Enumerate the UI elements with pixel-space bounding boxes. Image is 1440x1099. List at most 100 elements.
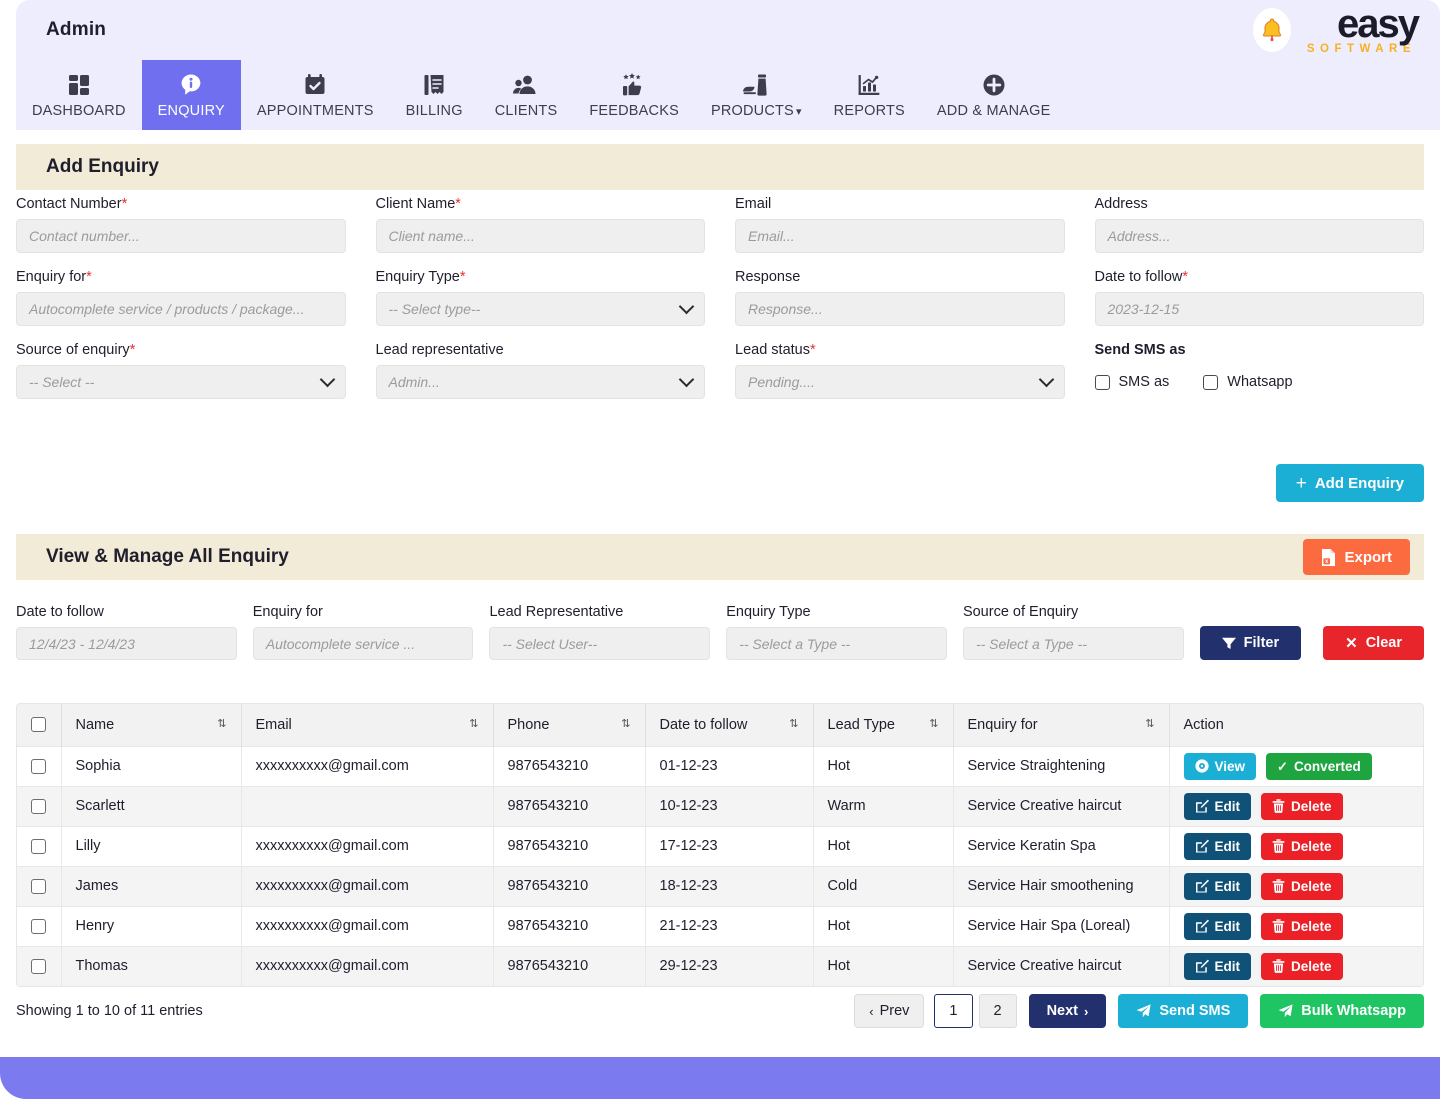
nav-item-appointments[interactable]: APPOINTMENTS — [241, 60, 390, 130]
column-header-name[interactable]: Name⇅ — [61, 704, 241, 746]
select-all-header[interactable] — [17, 704, 61, 746]
row-checkbox[interactable] — [31, 959, 46, 974]
row-checkbox[interactable] — [31, 879, 46, 894]
dashboard-grid-icon — [67, 72, 91, 98]
response-input[interactable]: Response... — [735, 292, 1065, 326]
filter-enquiry-for-input[interactable]: Autocomplete service ... — [253, 627, 474, 660]
delete-button[interactable]: Delete — [1261, 873, 1343, 900]
table-row[interactable]: Scarlett 9876543210 10-12-23 Warm Servic… — [17, 786, 1423, 826]
contact-number-input[interactable]: Contact number... — [16, 219, 346, 253]
nav-item-dashboard[interactable]: DASHBOARD — [16, 60, 142, 130]
nav-item-clients[interactable]: CLIENTS — [479, 60, 574, 130]
lead-status-select[interactable]: Pending.... — [735, 365, 1065, 399]
pencil-square-icon — [1195, 879, 1209, 893]
row-select-cell[interactable] — [17, 826, 61, 866]
column-header-email[interactable]: Email⇅ — [241, 704, 493, 746]
view-manage-title: View & Manage All Enquiry — [46, 546, 289, 568]
row-select-cell[interactable] — [17, 906, 61, 946]
export-button[interactable]: x Export — [1303, 539, 1410, 575]
table-row[interactable]: Thomas xxxxxxxxxx@gmail.com 9876543210 2… — [17, 946, 1423, 986]
select-all-checkbox[interactable] — [31, 717, 46, 732]
delete-button[interactable]: Delete — [1261, 913, 1343, 940]
table-row[interactable]: Henry xxxxxxxxxx@gmail.com 9876543210 21… — [17, 906, 1423, 946]
filter-enquiry-type-select[interactable]: -- Select a Type -- — [726, 627, 947, 660]
pagination-page-1[interactable]: 1 — [934, 994, 972, 1028]
nav-item-products[interactable]: PRODUCTS▾ — [695, 60, 818, 130]
view-button[interactable]: View — [1184, 753, 1257, 780]
column-header-lead-type[interactable]: Lead Type⇅ — [813, 704, 953, 746]
date-to-follow-input[interactable]: 2023-12-15 — [1095, 292, 1425, 326]
trash-icon — [1272, 799, 1285, 813]
delete-button[interactable]: Delete — [1261, 953, 1343, 980]
export-button-label: Export — [1344, 549, 1392, 566]
nav-item-feedbacks[interactable]: FEEDBACKS — [573, 60, 695, 130]
row-checkbox[interactable] — [31, 799, 46, 814]
cell-lead-type: Cold — [813, 866, 953, 906]
row-select-cell[interactable] — [17, 866, 61, 906]
pagination-page-2[interactable]: 2 — [979, 994, 1017, 1028]
row-select-cell[interactable] — [17, 946, 61, 986]
table-row[interactable]: Sophia xxxxxxxxxx@gmail.com 9876543210 0… — [17, 746, 1423, 786]
bulk-whatsapp-button[interactable]: Bulk Whatsapp — [1260, 994, 1424, 1028]
filter-label: Enquiry Type — [726, 604, 947, 620]
checkbox-whatsapp[interactable]: Whatsapp — [1203, 374, 1292, 390]
address-input[interactable]: Address... — [1095, 219, 1425, 253]
nav-item-reports[interactable]: REPORTS — [818, 60, 921, 130]
lead-representative-select[interactable]: Admin... — [376, 365, 706, 399]
add-enquiry-button[interactable]: + Add Enquiry — [1276, 464, 1424, 502]
nav-label: FEEDBACKS — [589, 103, 679, 119]
delete-button[interactable]: Delete — [1261, 833, 1343, 860]
edit-button[interactable]: Edit — [1184, 953, 1252, 980]
filter-date-range-input[interactable]: 12/4/23 - 12/4/23 — [16, 627, 237, 660]
edit-button[interactable]: Edit — [1184, 913, 1252, 940]
enquiry-type-select[interactable]: -- Select type-- — [376, 292, 706, 326]
brand-logo: easy SOFTWARE — [1307, 6, 1418, 55]
checkbox-sms-as[interactable]: SMS as — [1095, 374, 1170, 390]
edit-button-label: Edit — [1215, 879, 1241, 894]
row-checkbox[interactable] — [31, 759, 46, 774]
pagination-next-button[interactable]: Next › — [1029, 994, 1107, 1028]
converted-button[interactable]: ✓ Converted — [1266, 753, 1372, 780]
edit-button[interactable]: Edit — [1184, 793, 1252, 820]
column-header-date-to-follow[interactable]: Date to follow⇅ — [645, 704, 813, 746]
client-name-input[interactable]: Client name... — [376, 219, 706, 253]
edit-button[interactable]: Edit — [1184, 833, 1252, 860]
form-row-1: Contact Number* Contact number... Client… — [16, 196, 1424, 253]
view-button-label: View — [1215, 759, 1246, 774]
trash-icon — [1272, 879, 1285, 893]
nav-item-add-and-manage[interactable]: ADD & MANAGE — [921, 60, 1067, 130]
enquiry-for-input[interactable]: Autocomplete service / products / packag… — [16, 292, 346, 326]
notification-bell-button[interactable] — [1253, 8, 1291, 52]
pagination-prev-button[interactable]: ‹ Prev — [854, 994, 924, 1028]
bulk-whatsapp-button-label: Bulk Whatsapp — [1301, 1003, 1406, 1019]
cell-phone: 9876543210 — [493, 786, 645, 826]
delete-button-label: Delete — [1291, 919, 1332, 934]
email-input[interactable]: Email... — [735, 219, 1065, 253]
send-sms-button[interactable]: Send SMS — [1118, 994, 1248, 1028]
sort-az-icon: ⇅ — [789, 719, 798, 730]
filter-source-of-enquiry-select[interactable]: -- Select a Type -- — [963, 627, 1184, 660]
product-tube-icon — [742, 72, 770, 98]
edit-button-label: Edit — [1215, 919, 1241, 934]
thumbs-up-stars-icon — [621, 72, 647, 98]
sort-az-icon: ⇅ — [929, 719, 938, 730]
row-select-cell[interactable] — [17, 746, 61, 786]
table-row[interactable]: Lilly xxxxxxxxxx@gmail.com 9876543210 17… — [17, 826, 1423, 866]
edit-button[interactable]: Edit — [1184, 873, 1252, 900]
column-header-enquiry-for[interactable]: Enquiry for⇅ — [953, 704, 1169, 746]
row-checkbox[interactable] — [31, 919, 46, 934]
source-of-enquiry-select[interactable]: -- Select -- — [16, 365, 346, 399]
nav-item-enquiry[interactable]: ENQUIRY — [142, 60, 241, 130]
nav-item-billing[interactable]: BILLING — [390, 60, 479, 130]
main-navigation: DASHBOARD ENQUIRY APPOINTMENTS BILLING C — [16, 60, 1440, 130]
delete-button[interactable]: Delete — [1261, 793, 1343, 820]
filter-button[interactable]: Filter — [1200, 626, 1301, 660]
filter-lead-representative-select[interactable]: -- Select User-- — [489, 627, 710, 660]
excel-file-icon: x — [1321, 549, 1336, 566]
column-header-phone[interactable]: Phone⇅ — [493, 704, 645, 746]
table-row[interactable]: James xxxxxxxxxx@gmail.com 9876543210 18… — [17, 866, 1423, 906]
chevron-right-icon: › — [1084, 1004, 1088, 1019]
clear-button[interactable]: ✕ Clear — [1323, 626, 1424, 660]
row-checkbox[interactable] — [31, 839, 46, 854]
row-select-cell[interactable] — [17, 786, 61, 826]
